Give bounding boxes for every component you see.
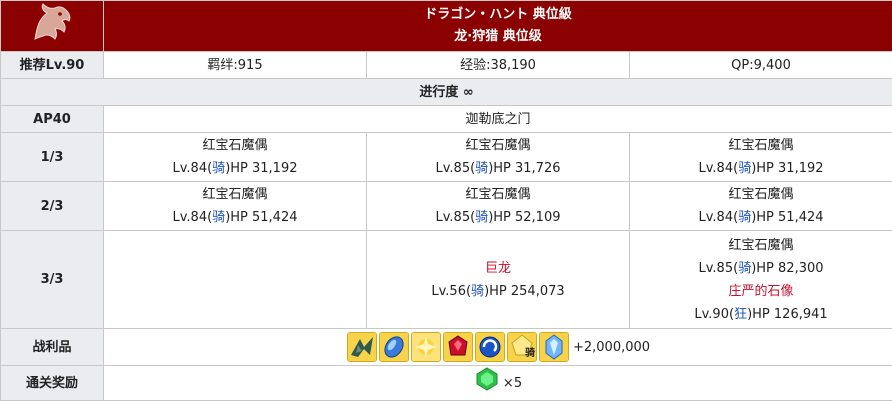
recommended-level: 推荐Lv.90: [0, 51, 104, 79]
enemy-stats: Lv.85(骑)HP 82,300: [630, 257, 892, 280]
quest-title-cell: ドラゴン・ハント 典位級 龙·狩猎 典位级: [102, 0, 892, 52]
enemy-hp: )HP 52,109: [488, 210, 561, 225]
rider-piece-icon[interactable]: 骑: [506, 332, 537, 362]
location-name: 迦勒底之门: [102, 105, 892, 133]
enemy-hp: )HP 82,300: [751, 260, 824, 276]
blue-orb-icon[interactable]: [474, 332, 505, 362]
clear-reward-cell: ×5: [102, 365, 892, 401]
enemy-stats: Lv.84(骑)HP 31,192: [630, 157, 892, 180]
enemy-hp: )HP 31,726: [488, 161, 561, 176]
clear-reward-count: ×5: [502, 375, 523, 391]
enemy-hp: )HP 31,192: [225, 161, 298, 176]
dragon-wing-icon[interactable]: [346, 332, 377, 362]
boss-name: 庄严的石像: [728, 283, 794, 299]
enemy-level: Lv.85(: [435, 210, 476, 225]
enemy-name: 红宝石魔偶: [465, 187, 531, 202]
enemy-cell: 红宝石魔偶 Lv.84(骑)HP 31,192: [628, 132, 892, 182]
clear-reward-label: 通关奖励: [0, 365, 104, 401]
enemy-cell: 红宝石魔偶 Lv.84(骑)HP 51,424: [628, 181, 892, 231]
quest-table: ドラゴン・ハント 典位級 龙·狩猎 典位级 推荐Lv.90 羁绊:915 经验:…: [0, 0, 892, 401]
enemy-name: 红宝石魔偶: [728, 138, 794, 153]
red-gem-icon[interactable]: [442, 332, 473, 362]
enemy-cell: 红宝石魔偶 Lv.84(骑)HP 51,424: [103, 181, 367, 231]
drops-label: 战利品: [0, 328, 104, 366]
enemy-hp: )HP 31,192: [751, 161, 824, 176]
blue-crystal-icon[interactable]: [538, 332, 569, 362]
drops-cell: 骑 +2,000,000: [102, 328, 892, 366]
quest-emblem-cell: [0, 0, 104, 52]
quest-title-jp: ドラゴン・ハント 典位級: [424, 7, 572, 22]
clear-reward-row: 通关奖励 ×5: [0, 365, 892, 401]
info-row: 推荐Lv.90 羁绊:915 经验:38,190 QP:9,400: [0, 51, 892, 79]
class-link[interactable]: 骑: [475, 161, 488, 176]
wave-row: 3/3 巨龙 Lv.56(骑)HP 254,073 红宝石魔偶 Lv.85(骑)HP…: [0, 230, 892, 329]
enemy-level: Lv.84(: [172, 161, 213, 176]
green-gem-icon[interactable]: [474, 366, 500, 400]
enemy-level: Lv.56(: [431, 283, 472, 299]
class-link[interactable]: 骑: [738, 261, 751, 276]
qp-bonus: +2,000,000: [572, 339, 651, 355]
enemy-cell: 红宝石魔偶 Lv.84(骑)HP 31,192: [103, 132, 367, 182]
enemy-stats: Lv.84(骑)HP 51,424: [104, 206, 366, 229]
enemy-hp: )HP 126,941: [747, 306, 828, 322]
quest-header-row: ドラゴン・ハント 典位級 龙·狩猎 典位级: [0, 0, 892, 52]
class-link[interactable]: 骑: [212, 210, 225, 225]
enemy-level: Lv.84(: [698, 210, 739, 225]
enemy-stats: Lv.56(骑)HP 254,073: [367, 280, 629, 303]
enemy-cell: [103, 230, 367, 329]
enemy-stats: Lv.85(骑)HP 31,726: [367, 157, 629, 180]
progress-label: 进行度 ∞: [0, 78, 892, 106]
enemy-cell: 红宝石魔偶 Lv.85(骑)HP 52,109: [366, 181, 630, 231]
class-link[interactable]: 骑: [738, 161, 751, 176]
wave-label: 1/3: [0, 132, 104, 182]
boss-name: 巨龙: [484, 260, 511, 276]
blue-scale-icon[interactable]: [378, 332, 409, 362]
golden-spark-icon[interactable]: [410, 332, 441, 362]
class-link[interactable]: 骑: [738, 210, 751, 225]
enemy-level: Lv.85(: [698, 260, 739, 276]
wave-row: 1/3 红宝石魔偶 Lv.84(骑)HP 31,192 红宝石魔偶 Lv.85(骑)…: [0, 132, 892, 182]
drop-icons: 骑: [346, 332, 570, 362]
exp-value: 经验:38,190: [366, 51, 630, 79]
quest-title-cn: 龙·狩猎 典位级: [454, 29, 542, 44]
enemy-name: 红宝石魔偶: [728, 187, 794, 202]
dragon-emblem-icon: [34, 3, 71, 40]
enemy-hp: )HP 254,073: [484, 283, 565, 299]
class-badge: 骑: [524, 348, 535, 359]
enemy-stats: Lv.84(骑)HP 51,424: [630, 206, 892, 229]
wave-label: 2/3: [0, 181, 104, 231]
wave-label: 3/3: [0, 230, 104, 329]
enemy-stats: Lv.90(狂)HP 126,941: [630, 303, 892, 326]
class-link[interactable]: 狂: [734, 307, 747, 322]
enemy-level: Lv.85(: [435, 161, 476, 176]
progress-row: 进行度 ∞: [0, 78, 892, 106]
enemy-cell: 巨龙 Lv.56(骑)HP 254,073: [366, 230, 630, 329]
enemy-stats: Lv.84(骑)HP 31,192: [104, 157, 366, 180]
enemy-name: 红宝石魔偶: [202, 187, 268, 202]
enemy-level: Lv.84(: [698, 161, 739, 176]
class-link[interactable]: 骑: [212, 161, 225, 176]
wave-row: 2/3 红宝石魔偶 Lv.84(骑)HP 51,424 红宝石魔偶 Lv.85(骑)…: [0, 181, 892, 231]
ap-cost: AP40: [0, 105, 104, 133]
class-link[interactable]: 骑: [475, 210, 488, 225]
enemy-level: Lv.90(: [694, 306, 735, 322]
enemy-hp: )HP 51,424: [751, 210, 824, 225]
class-link[interactable]: 骑: [471, 284, 484, 299]
enemy-name: 红宝石魔偶: [465, 138, 531, 153]
enemy-hp: )HP 51,424: [225, 210, 298, 225]
enemy-name: 红宝石魔偶: [728, 237, 794, 253]
enemy-cell: 红宝石魔偶 Lv.85(骑)HP 31,726: [366, 132, 630, 182]
location-row: AP40 迦勒底之门: [0, 105, 892, 133]
enemy-cell: 红宝石魔偶 Lv.85(骑)HP 82,300 庄严的石像 Lv.90(狂)HP 12…: [628, 230, 892, 329]
bond-value: 羁绊:915: [103, 51, 367, 79]
enemy-stats: Lv.85(骑)HP 52,109: [367, 206, 629, 229]
qp-value: QP:9,400: [628, 51, 892, 79]
enemy-name: 红宝石魔偶: [202, 138, 268, 153]
drops-row: 战利品 骑 +2,000,000: [0, 328, 892, 366]
enemy-level: Lv.84(: [172, 210, 213, 225]
